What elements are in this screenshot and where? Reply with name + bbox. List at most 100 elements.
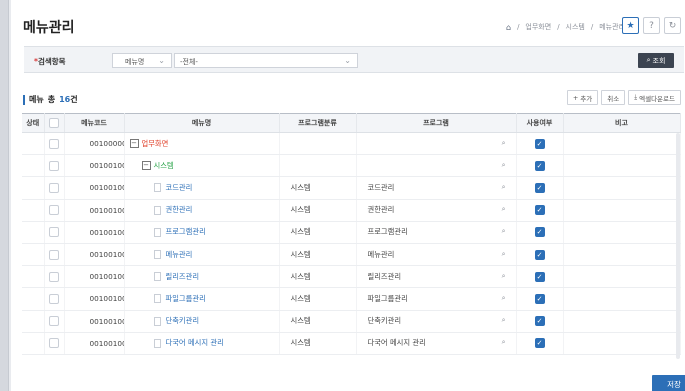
use-yn-checkbox[interactable]: ✓ <box>534 293 545 304</box>
use-yn-checkbox[interactable]: ✓ <box>534 182 545 193</box>
col-menu-code[interactable]: 메뉴코드 <box>64 113 125 133</box>
program-cell[interactable]: 프로그램관리 ⌕ <box>356 221 517 244</box>
search-icon[interactable]: ⌕ <box>502 183 506 192</box>
menu-name-cell[interactable]: 권한관리 <box>124 199 280 222</box>
table-row[interactable]: 001001000−시스템⌕✓ <box>22 154 681 178</box>
col-use-yn[interactable]: 사용여부 <box>516 113 564 133</box>
menu-name-cell[interactable]: 파일그룹관리 <box>124 287 280 311</box>
use-yn-cell[interactable]: ✓ <box>516 221 564 244</box>
use-yn-cell[interactable]: ✓ <box>516 154 564 178</box>
note-cell[interactable] <box>563 310 681 333</box>
save-button[interactable]: 저장 <box>652 375 685 391</box>
program-cell[interactable]: ⌕ <box>356 132 517 156</box>
col-note[interactable]: 비고 <box>563 113 681 133</box>
star-icon[interactable]: ★ <box>622 17 639 34</box>
menu-name-cell[interactable]: 릴리즈관리 <box>124 265 280 289</box>
row-checkbox[interactable] <box>49 249 59 260</box>
menu-name[interactable]: 메뉴관리 <box>166 250 193 259</box>
use-yn-checkbox[interactable]: ✓ <box>534 338 545 349</box>
collapse-icon[interactable]: − <box>129 139 139 149</box>
table-row[interactable]: 001001006 파일그룹관리 시스템 파일그룹관리 ⌕ ✓ <box>22 287 681 311</box>
row-checkbox[interactable] <box>49 271 59 282</box>
menu-name[interactable]: 릴리즈관리 <box>166 272 200 281</box>
table-row[interactable]: 001001008 다국어 메시지 관리 시스템 다국어 메시지 관리 ⌕ ✓ <box>22 332 681 355</box>
menu-name-cell[interactable]: 코드관리 <box>124 176 280 200</box>
use-yn-checkbox[interactable]: ✓ <box>534 316 545 327</box>
use-yn-cell[interactable]: ✓ <box>516 332 564 355</box>
menu-name[interactable]: 코드관리 <box>166 183 193 192</box>
menu-name-cell[interactable]: 프로그램관리 <box>124 221 280 244</box>
use-yn-cell[interactable]: ✓ <box>516 243 564 267</box>
use-yn-checkbox[interactable]: ✓ <box>534 227 545 238</box>
help-icon[interactable]: ? <box>643 17 660 34</box>
row-checkbox[interactable] <box>49 316 59 327</box>
search-value-select[interactable]: -전체- ⌄ <box>174 53 358 68</box>
program-cell[interactable]: 릴리즈관리 ⌕ <box>356 265 517 289</box>
search-icon[interactable]: ⌕ <box>502 139 506 148</box>
use-yn-cell[interactable]: ✓ <box>516 132 564 156</box>
use-yn-cell[interactable]: ✓ <box>516 265 564 289</box>
note-cell[interactable] <box>563 287 681 311</box>
col-select-all[interactable] <box>44 113 65 133</box>
use-yn-checkbox[interactable]: ✓ <box>534 205 545 216</box>
row-checkbox[interactable] <box>49 293 59 304</box>
search-icon[interactable]: ⌕ <box>502 205 506 214</box>
search-icon[interactable]: ⌕ <box>502 294 506 303</box>
collapse-icon[interactable]: − <box>141 161 151 171</box>
search-icon[interactable]: ⌕ <box>502 161 506 170</box>
program-cell[interactable]: 다국어 메시지 관리 ⌕ <box>356 332 517 355</box>
col-program[interactable]: 프로그램 <box>356 113 517 133</box>
select-all-checkbox[interactable] <box>49 118 59 128</box>
home-icon[interactable]: ⌂ <box>506 23 511 32</box>
search-icon[interactable]: ⌕ <box>502 272 506 281</box>
refresh-icon[interactable]: ↻ <box>664 17 681 34</box>
breadcrumb-item[interactable]: 시스템 <box>566 22 585 32</box>
table-row[interactable]: 001001007 단축키관리 시스템 단축키관리 ⌕ ✓ <box>22 310 681 333</box>
use-yn-cell[interactable]: ✓ <box>516 287 564 311</box>
note-cell[interactable] <box>563 332 681 355</box>
program-cell[interactable]: 코드관리 ⌕ <box>356 176 517 200</box>
table-row[interactable]: 001000000−업무화면 ⌕ ✓ <box>22 132 681 156</box>
program-cell[interactable]: ⌕ <box>356 154 517 178</box>
row-checkbox[interactable] <box>49 338 59 349</box>
cancel-button[interactable]: 취소 <box>601 90 626 105</box>
note-cell[interactable] <box>563 265 681 289</box>
table-row[interactable]: 001001005 릴리즈관리 시스템 릴리즈관리 ⌕ ✓ <box>22 265 681 289</box>
program-cell[interactable]: 단축키관리 ⌕ <box>356 310 517 333</box>
menu-name[interactable]: 업무화면 <box>142 139 169 148</box>
note-cell[interactable] <box>563 221 681 244</box>
menu-name[interactable]: 다국어 메시지 관리 <box>166 338 224 347</box>
menu-name-cell[interactable]: − 시스템 <box>124 154 280 178</box>
table-row[interactable]: 001001001 코드관리 시스템 코드관리 ⌕ ✓ <box>22 176 681 200</box>
table-row[interactable]: 001001002 권한관리 시스템 권한관리 ⌕ ✓ <box>22 199 681 222</box>
col-program-category[interactable]: 프로그램분류 <box>279 113 357 133</box>
note-cell[interactable] <box>563 176 681 200</box>
table-row[interactable]: 001001003 프로그램관리 시스템 프로그램관리 ⌕ ✓ <box>22 221 681 244</box>
menu-name[interactable]: 권한관리 <box>166 205 193 214</box>
use-yn-checkbox[interactable]: ✓ <box>534 160 545 171</box>
add-button[interactable]: + 추가 <box>566 90 599 105</box>
row-checkbox[interactable] <box>49 205 59 216</box>
note-cell[interactable] <box>563 199 681 222</box>
search-icon[interactable]: ⌕ <box>502 250 506 259</box>
note-cell[interactable] <box>563 243 681 267</box>
use-yn-checkbox[interactable]: ✓ <box>534 249 545 260</box>
menu-name[interactable]: 파일그룹관리 <box>166 294 206 303</box>
search-icon[interactable]: ⌕ <box>502 316 506 325</box>
row-checkbox[interactable] <box>49 160 59 171</box>
menu-name[interactable]: 프로그램관리 <box>166 227 206 236</box>
program-cell[interactable]: 권한관리 ⌕ <box>356 199 517 222</box>
menu-name[interactable]: 단축키관리 <box>166 316 200 325</box>
use-yn-cell[interactable]: ✓ <box>516 199 564 222</box>
menu-name-cell[interactable]: 다국어 메시지 관리 <box>124 332 280 355</box>
note-cell[interactable] <box>563 132 681 156</box>
use-yn-checkbox[interactable]: ✓ <box>534 271 545 282</box>
row-checkbox[interactable] <box>49 182 59 193</box>
menu-name-cell[interactable]: 단축키관리 <box>124 310 280 333</box>
row-checkbox[interactable] <box>49 227 59 238</box>
col-menu-name[interactable]: 메뉴명 <box>124 113 280 133</box>
use-yn-cell[interactable]: ✓ <box>516 310 564 333</box>
search-button[interactable]: ⌕ 조회 <box>638 53 674 68</box>
row-checkbox[interactable] <box>49 138 59 149</box>
use-yn-cell[interactable]: ✓ <box>516 176 564 200</box>
